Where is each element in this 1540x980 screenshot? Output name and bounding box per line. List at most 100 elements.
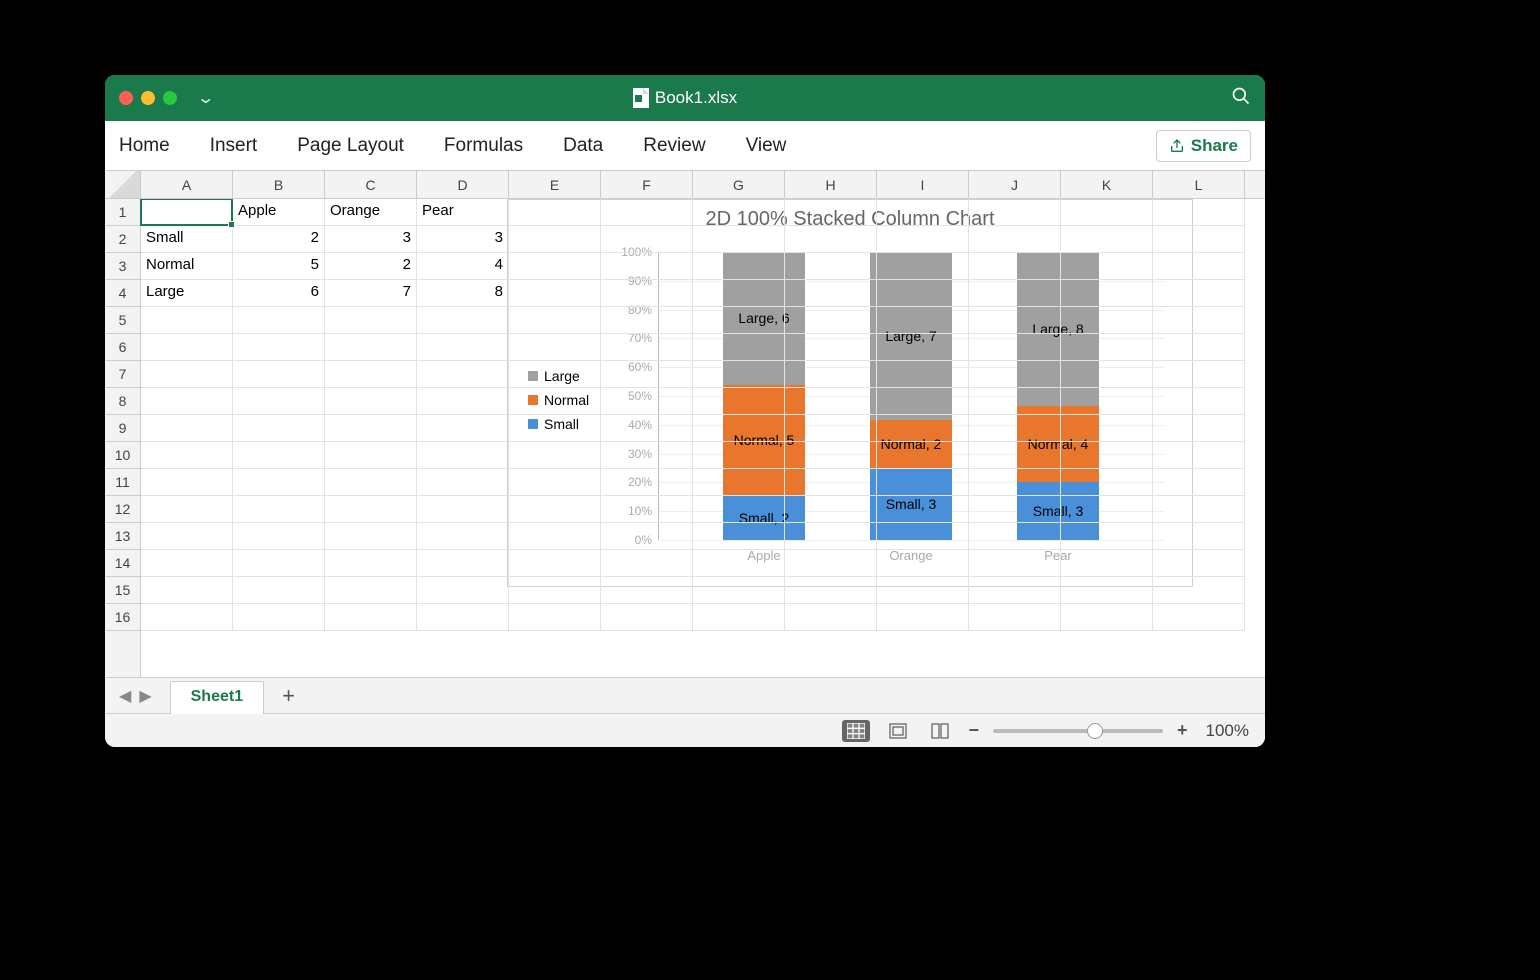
cell-H10[interactable] — [785, 442, 877, 469]
cell-G13[interactable] — [693, 523, 785, 550]
cell-C7[interactable] — [325, 361, 417, 388]
cell-K11[interactable] — [1061, 469, 1153, 496]
cell-E13[interactable] — [509, 523, 601, 550]
cell-E12[interactable] — [509, 496, 601, 523]
cell-E14[interactable] — [509, 550, 601, 577]
cell-I12[interactable] — [877, 496, 969, 523]
cell-F14[interactable] — [601, 550, 693, 577]
cell-C16[interactable] — [325, 604, 417, 631]
cell-A8[interactable] — [141, 388, 233, 415]
zoom-slider[interactable] — [993, 729, 1163, 733]
search-button[interactable] — [1231, 86, 1251, 111]
cell-D15[interactable] — [417, 577, 509, 604]
cell-K4[interactable] — [1061, 280, 1153, 307]
cell-G1[interactable] — [693, 199, 785, 226]
cell-B12[interactable] — [233, 496, 325, 523]
cell-H11[interactable] — [785, 469, 877, 496]
cell-G11[interactable] — [693, 469, 785, 496]
cell-K3[interactable] — [1061, 253, 1153, 280]
cell-F13[interactable] — [601, 523, 693, 550]
zoom-slider-thumb[interactable] — [1087, 723, 1103, 739]
row-header-9[interactable]: 9 — [105, 415, 140, 442]
cell-F4[interactable] — [601, 280, 693, 307]
cell-A4[interactable]: Large — [141, 280, 233, 307]
row-header-15[interactable]: 15 — [105, 577, 140, 604]
cells-area[interactable]: 2D 100% Stacked Column Chart LargeNormal… — [141, 199, 1265, 677]
cell-B4[interactable]: 6 — [233, 280, 325, 307]
view-normal-button[interactable] — [842, 720, 870, 742]
cell-L1[interactable] — [1153, 199, 1245, 226]
row-header-3[interactable]: 3 — [105, 253, 140, 280]
cell-J2[interactable] — [969, 226, 1061, 253]
cell-K1[interactable] — [1061, 199, 1153, 226]
cell-E1[interactable] — [509, 199, 601, 226]
cell-K10[interactable] — [1061, 442, 1153, 469]
cell-D16[interactable] — [417, 604, 509, 631]
cell-C1[interactable]: Orange — [325, 199, 417, 226]
cell-H9[interactable] — [785, 415, 877, 442]
cell-A6[interactable] — [141, 334, 233, 361]
cell-C3[interactable]: 2 — [325, 253, 417, 280]
cell-F11[interactable] — [601, 469, 693, 496]
cell-D4[interactable]: 8 — [417, 280, 509, 307]
cell-F16[interactable] — [601, 604, 693, 631]
column-header-I[interactable]: I — [877, 171, 969, 198]
ribbon-tab-formulas[interactable]: Formulas — [444, 135, 523, 157]
cell-A15[interactable] — [141, 577, 233, 604]
cell-G9[interactable] — [693, 415, 785, 442]
cell-F10[interactable] — [601, 442, 693, 469]
cell-K2[interactable] — [1061, 226, 1153, 253]
cell-H8[interactable] — [785, 388, 877, 415]
cell-H14[interactable] — [785, 550, 877, 577]
cell-G6[interactable] — [693, 334, 785, 361]
cell-K14[interactable] — [1061, 550, 1153, 577]
cell-D8[interactable] — [417, 388, 509, 415]
cell-G16[interactable] — [693, 604, 785, 631]
cell-J3[interactable] — [969, 253, 1061, 280]
cell-H12[interactable] — [785, 496, 877, 523]
cell-J9[interactable] — [969, 415, 1061, 442]
cell-A7[interactable] — [141, 361, 233, 388]
cell-J15[interactable] — [969, 577, 1061, 604]
cell-L5[interactable] — [1153, 307, 1245, 334]
cell-J16[interactable] — [969, 604, 1061, 631]
cell-C5[interactable] — [325, 307, 417, 334]
cell-H3[interactable] — [785, 253, 877, 280]
cell-J12[interactable] — [969, 496, 1061, 523]
cell-C2[interactable]: 3 — [325, 226, 417, 253]
cell-F15[interactable] — [601, 577, 693, 604]
cell-G3[interactable] — [693, 253, 785, 280]
cell-G4[interactable] — [693, 280, 785, 307]
zoom-out-button[interactable]: − — [968, 720, 979, 741]
cell-E6[interactable] — [509, 334, 601, 361]
cell-L2[interactable] — [1153, 226, 1245, 253]
cell-E7[interactable] — [509, 361, 601, 388]
cell-H6[interactable] — [785, 334, 877, 361]
cell-A5[interactable] — [141, 307, 233, 334]
column-header-D[interactable]: D — [417, 171, 509, 198]
ribbon-tab-home[interactable]: Home — [119, 135, 170, 157]
cell-H1[interactable] — [785, 199, 877, 226]
cell-F9[interactable] — [601, 415, 693, 442]
cell-E10[interactable] — [509, 442, 601, 469]
cell-B7[interactable] — [233, 361, 325, 388]
row-header-11[interactable]: 11 — [105, 469, 140, 496]
cell-A14[interactable] — [141, 550, 233, 577]
column-header-L[interactable]: L — [1153, 171, 1245, 198]
cell-L14[interactable] — [1153, 550, 1245, 577]
cell-A12[interactable] — [141, 496, 233, 523]
zoom-in-button[interactable]: + — [1177, 720, 1188, 741]
cell-F12[interactable] — [601, 496, 693, 523]
cell-B5[interactable] — [233, 307, 325, 334]
ribbon-tab-view[interactable]: View — [746, 135, 787, 157]
cell-B3[interactable]: 5 — [233, 253, 325, 280]
row-header-2[interactable]: 2 — [105, 226, 140, 253]
close-window-button[interactable] — [119, 91, 133, 105]
cell-K13[interactable] — [1061, 523, 1153, 550]
row-header-13[interactable]: 13 — [105, 523, 140, 550]
cell-K12[interactable] — [1061, 496, 1153, 523]
cell-E3[interactable] — [509, 253, 601, 280]
row-header-4[interactable]: 4 — [105, 280, 140, 307]
cell-H16[interactable] — [785, 604, 877, 631]
row-header-8[interactable]: 8 — [105, 388, 140, 415]
